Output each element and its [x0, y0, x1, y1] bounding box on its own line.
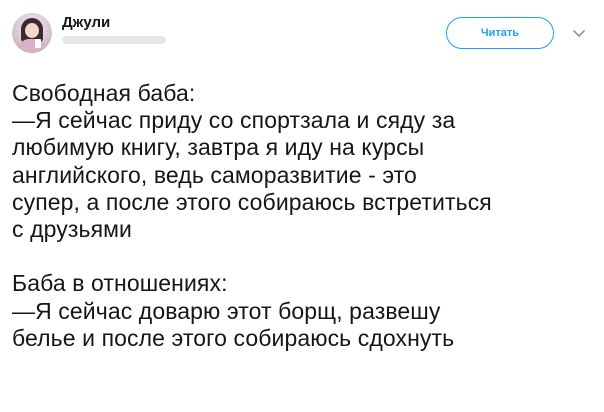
tweet-line: любимую книгу, завтра я иду на курсы	[12, 134, 425, 161]
tweet-line: английского, ведь саморазвитие - это	[12, 161, 417, 188]
tweet-line: Баба в отношениях:	[12, 270, 228, 297]
tweet-text: Свободная баба: —Я сейчас приду со спорт…	[12, 80, 592, 352]
avatar-body	[19, 39, 45, 53]
tweet-line: —Я сейчас доварю этот борщ, развешу	[12, 297, 441, 324]
avatar-cup	[35, 39, 41, 48]
tweet-line: белье и после этого собираюсь сдохнуть	[12, 324, 455, 351]
tweet-line: —Я сейчас приду со спортзала и сяду за	[12, 107, 456, 134]
author-name[interactable]: Джули	[62, 14, 110, 31]
tweet-line: супер, а после этого собираюсь встретить…	[12, 188, 492, 215]
avatar[interactable]	[12, 13, 52, 53]
tweet-header: Джули Читать	[0, 0, 604, 70]
author-handle-redacted	[62, 36, 166, 44]
chevron-down-icon[interactable]	[572, 26, 586, 40]
tweet-line: с друзьями	[12, 216, 132, 243]
tweet-line: Свободная баба:	[12, 80, 196, 106]
follow-button[interactable]: Читать	[446, 17, 554, 49]
avatar-face	[25, 23, 39, 38]
tweet-card: Джули Читать Свободная баба: —Я сейчас п…	[0, 0, 604, 412]
